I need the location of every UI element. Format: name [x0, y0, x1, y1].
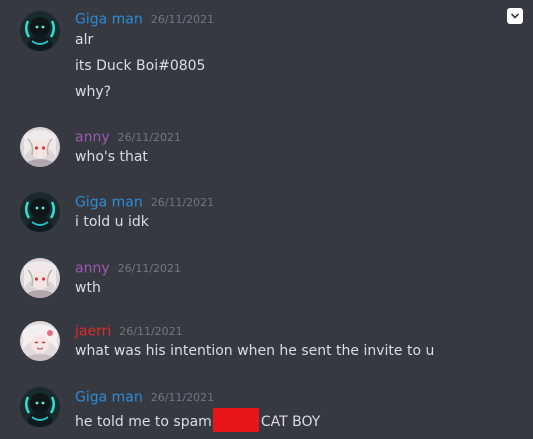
message-text: who's that	[75, 149, 148, 165]
message-options-button[interactable]	[507, 8, 523, 24]
message-header: Giga man 26/11/2021	[75, 192, 215, 211]
message-text: what was his intention when he sent the …	[75, 343, 435, 359]
username[interactable]: anny	[75, 261, 110, 277]
message-group: Giga man 26/11/2021 i told u idk	[0, 192, 533, 240]
timestamp: 26/11/2021	[119, 325, 183, 338]
message-text: wth	[75, 280, 101, 296]
avatar[interactable]	[20, 387, 60, 427]
chevron-down-icon	[511, 13, 519, 19]
username[interactable]: jaerri	[75, 324, 111, 340]
avatar[interactable]	[20, 321, 60, 361]
timestamp: 26/11/2021	[150, 391, 215, 404]
message-text-after: CAT BOY	[260, 414, 321, 430]
chat-message-list: Giga man 26/11/2021 alr its Duck Boi#0805…	[0, 0, 533, 439]
message-header: anny 26/11/2021	[75, 258, 182, 277]
message-text: alr	[75, 32, 94, 48]
avatar[interactable]	[20, 11, 60, 51]
timestamp: 26/11/2021	[150, 196, 215, 209]
message-group: anny 26/11/2021 wth	[0, 258, 533, 306]
message-text: why?	[75, 84, 112, 100]
username[interactable]: Giga man	[75, 195, 143, 211]
message-group: Giga man 26/11/2021 alr its Duck Boi#0805…	[0, 9, 533, 109]
timestamp: 26/11/2021	[150, 13, 215, 26]
username[interactable]: Giga man	[75, 12, 143, 28]
avatar-image	[20, 321, 60, 361]
timestamp: 26/11/2021	[117, 131, 182, 144]
message-group: jaerri 26/11/2021 what was his intention …	[0, 321, 533, 369]
message-text: i told u idk	[75, 214, 149, 230]
avatar-image	[20, 127, 60, 167]
redaction-block	[212, 408, 259, 432]
message-header: Giga man 26/11/2021	[75, 387, 215, 406]
avatar-image	[20, 258, 60, 298]
message-header: Giga man 26/11/2021	[75, 9, 215, 28]
message-text-before: he told me to spam	[75, 414, 212, 430]
message-text: its Duck Boi#0805	[75, 58, 206, 74]
avatar-image	[20, 387, 60, 427]
timestamp: 26/11/2021	[117, 262, 182, 275]
avatar[interactable]	[20, 127, 60, 167]
avatar[interactable]	[20, 192, 60, 232]
message-group: Giga man 26/11/2021 he told me to spam CAT…	[0, 387, 533, 435]
message-header: jaerri 26/11/2021	[75, 321, 183, 340]
message-header: anny 26/11/2021	[75, 127, 182, 146]
avatar-image	[20, 11, 60, 51]
username[interactable]: Giga man	[75, 390, 143, 406]
username[interactable]: anny	[75, 130, 110, 146]
message-text: he told me to spam CAT BOY	[75, 408, 320, 432]
avatar-image	[20, 192, 60, 232]
avatar[interactable]	[20, 258, 60, 298]
message-group: anny 26/11/2021 who's that	[0, 127, 533, 175]
